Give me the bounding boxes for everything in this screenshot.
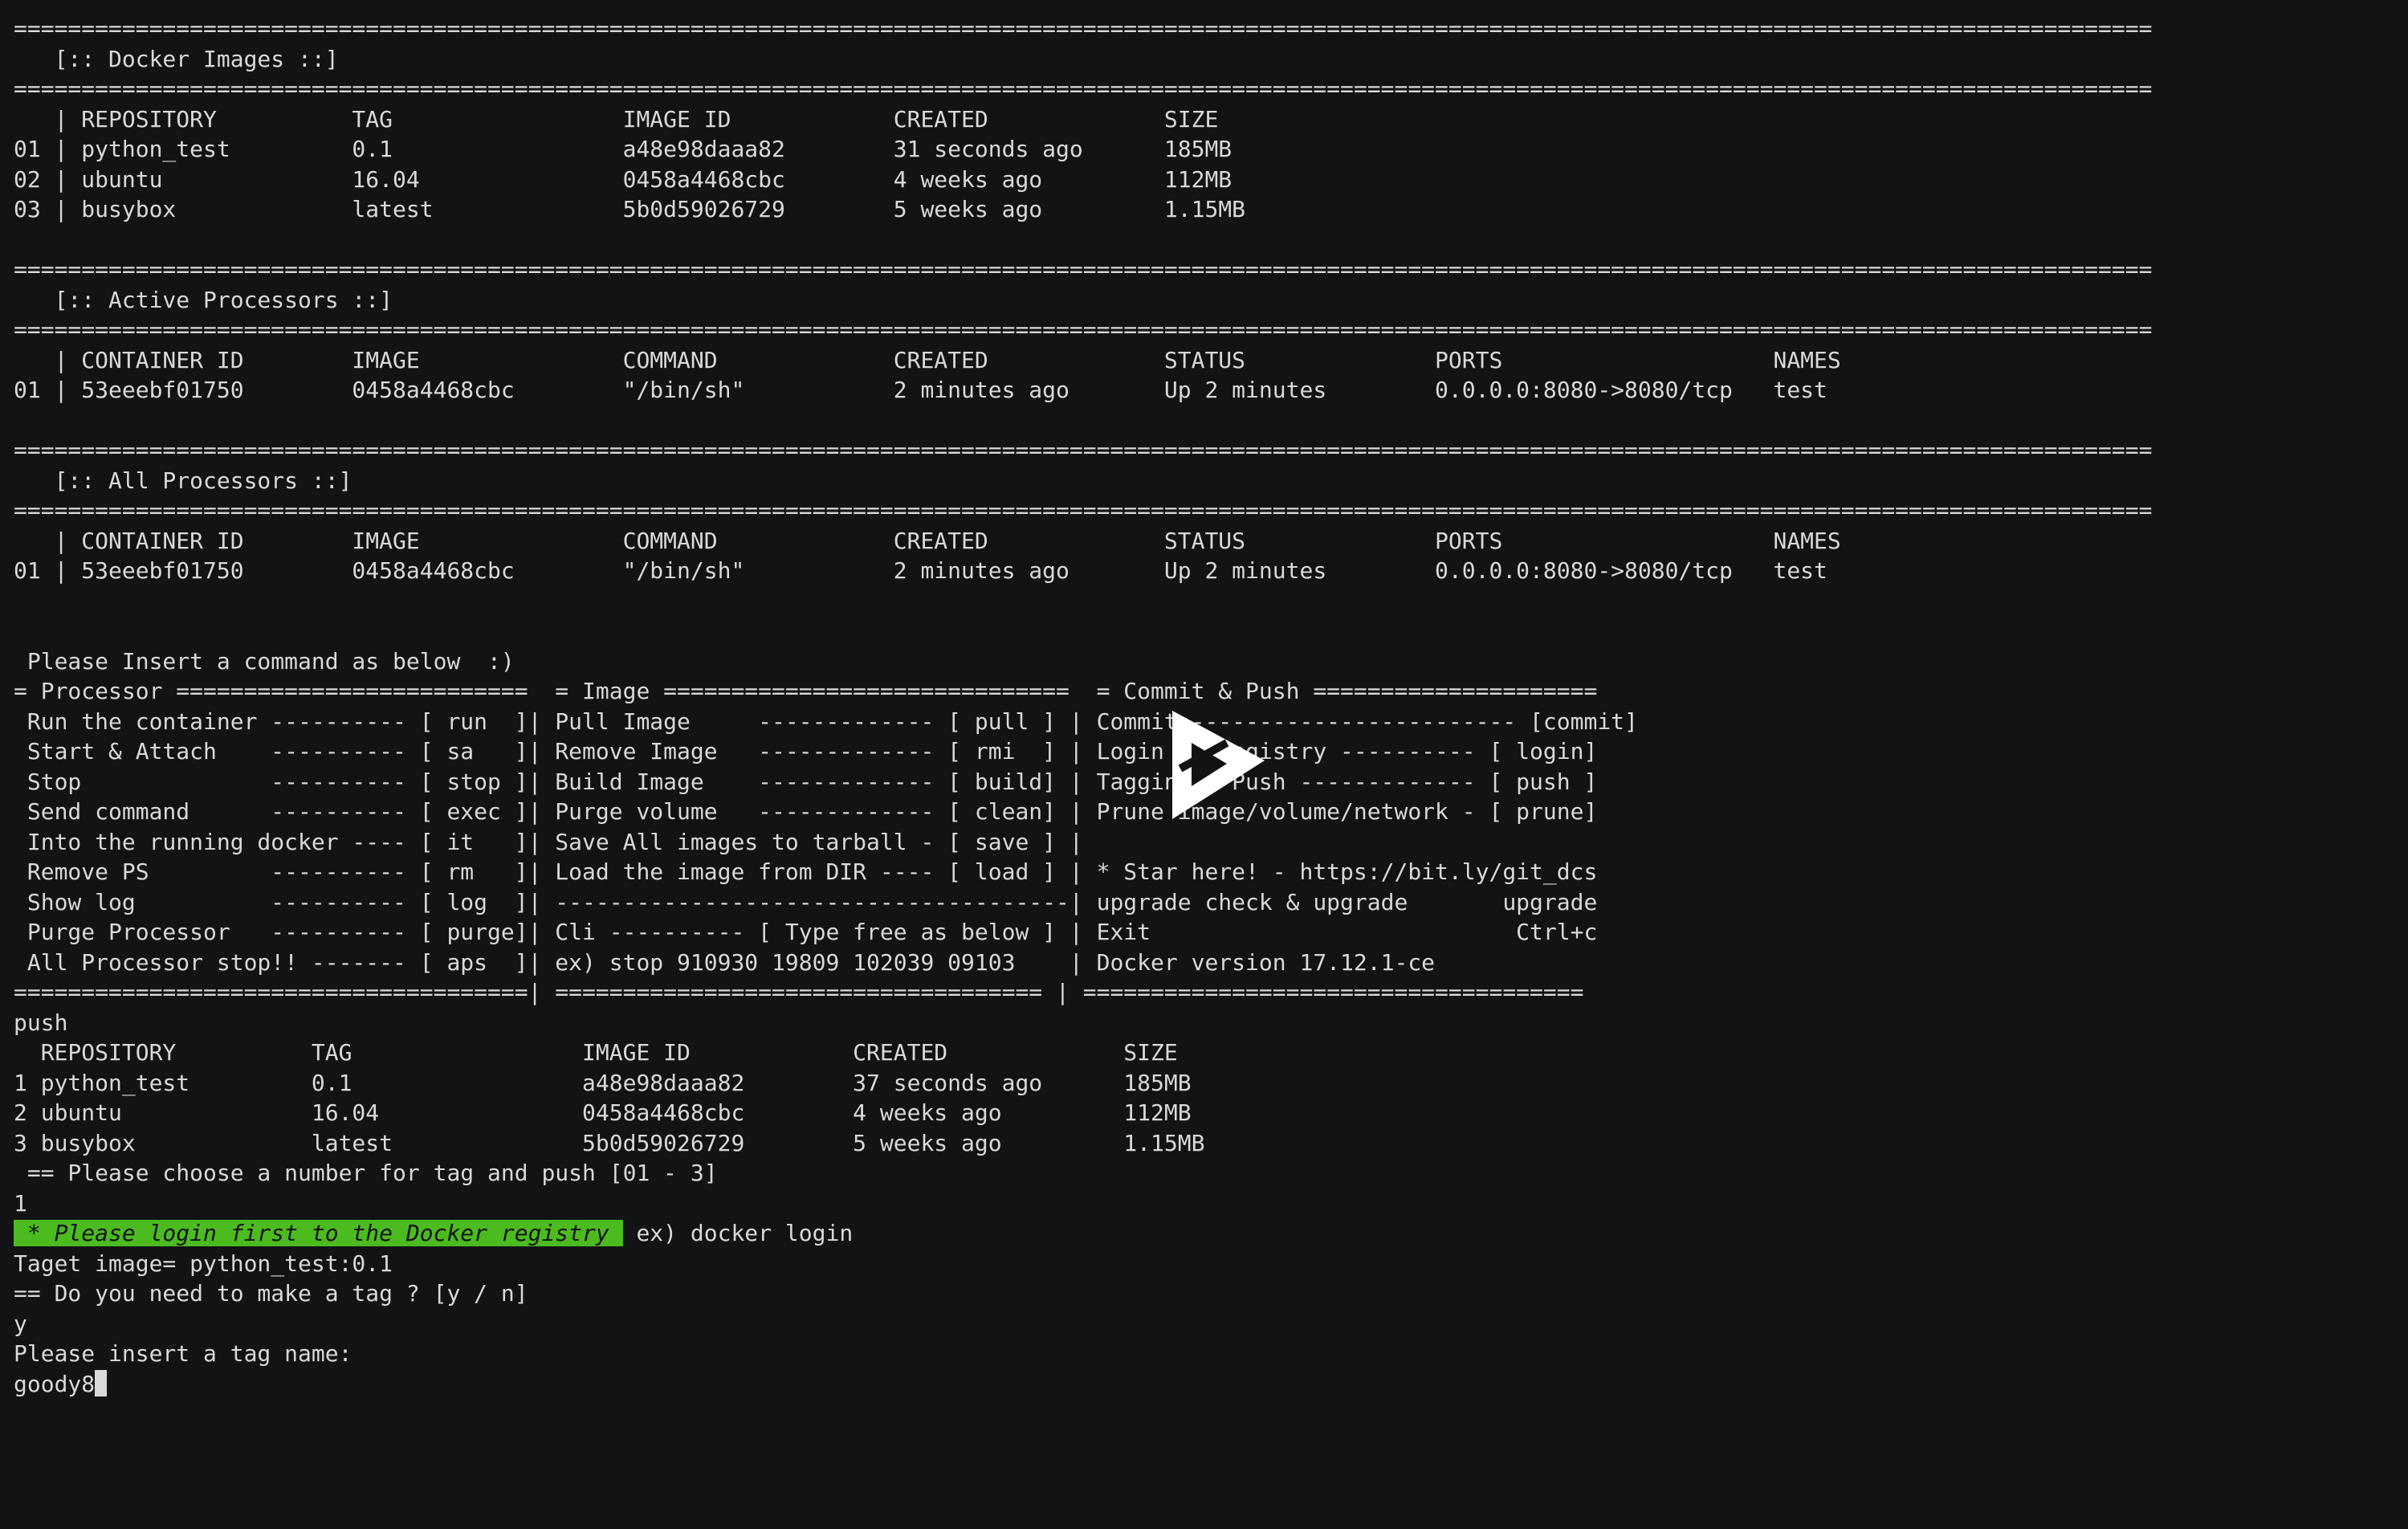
play-button[interactable] <box>1164 711 1273 819</box>
terminal-line: REPOSITORY TAG IMAGE ID CREATED SIZE <box>14 1039 1178 1066</box>
terminal-line: ======================================| … <box>14 979 1584 1005</box>
terminal-line: ========================================… <box>14 497 2153 524</box>
terminal-line: 01 | 53eeebf01750 0458a4468cbc "/bin/sh"… <box>14 377 1827 403</box>
terminal-line: 01 | 53eeebf01750 0458a4468cbc "/bin/sh"… <box>14 557 1827 584</box>
terminal-line: All Processor stop!! ------- [ aps ]| ex… <box>14 948 1436 976</box>
terminal-line: 3 busybox latest 5b0d59026729 5 weeks ag… <box>14 1129 1205 1156</box>
terminal-after-line: Please insert a tag name: <box>14 1340 352 1367</box>
terminal-line: push <box>14 1009 68 1036</box>
terminal-line: [:: Active Processors ::] <box>14 286 393 313</box>
terminal-line: == Please choose a number for tag and pu… <box>14 1160 718 1186</box>
terminal-line: 2 ubuntu 16.04 0458a4468cbc 4 weeks ago … <box>14 1099 1192 1126</box>
terminal-line: | REPOSITORY TAG IMAGE ID CREATED SIZE <box>14 105 1219 133</box>
login-hint: ex) docker login <box>622 1220 854 1246</box>
terminal-line: 1 python_test 0.1 a48e98daaa82 37 second… <box>14 1069 1192 1096</box>
tag-input-line[interactable]: goody8 <box>14 1369 2152 1400</box>
login-notice-line: * Please login first to the Docker regis… <box>14 1218 2152 1249</box>
terminal-line: | CONTAINER ID IMAGE COMMAND CREATED STA… <box>14 527 1841 554</box>
terminal-cursor <box>95 1369 108 1396</box>
terminal-lines-after: Taget image= python_test:0.1 == Do you ne… <box>14 1249 2152 1369</box>
terminal-line: Run the container ---------- [ run ]| Pu… <box>14 707 1638 735</box>
terminal-line: ========================================… <box>14 437 2153 463</box>
terminal-line: ========================================… <box>14 15 2153 42</box>
terminal-line: Purge Processor ---------- [ purge]| Cli… <box>14 919 1598 945</box>
terminal-line: 01 | python_test 0.1 a48e98daaa82 31 sec… <box>14 136 1233 162</box>
tag-input-value[interactable]: goody8 <box>14 1371 95 1397</box>
terminal-line: ========================================… <box>14 316 2153 343</box>
terminal-line: ========================================… <box>14 256 2153 283</box>
terminal-line: Into the running docker ---- [ it ]| Sav… <box>14 828 1083 855</box>
play-icon <box>1172 711 1265 819</box>
terminal-output: ========================================… <box>14 14 2152 1399</box>
terminal-line: ========================================… <box>14 75 2153 102</box>
terminal-line: | CONTAINER ID IMAGE COMMAND CREATED STA… <box>14 346 1841 373</box>
terminal-line: 03 | busybox latest 5b0d59026729 5 weeks… <box>14 196 1246 222</box>
terminal-line: 1 <box>14 1189 27 1217</box>
terminal-line: Start & Attach ---------- [ sa ]| Remove… <box>14 738 1598 764</box>
terminal-after-line: y <box>14 1310 27 1337</box>
terminal-line: Send command ---------- [ exec ]| Purge … <box>14 798 1598 825</box>
terminal-line: Remove PS ---------- [ rm ]| Load the im… <box>14 858 1598 885</box>
terminal-line: 02 | ubuntu 16.04 0458a4468cbc 4 weeks a… <box>14 165 1233 193</box>
terminal-line: [:: All Processors ::] <box>14 467 352 494</box>
terminal-lines: ========================================… <box>14 14 2152 1218</box>
terminal-line: [:: Docker Images ::] <box>14 45 339 72</box>
terminal-line: Please Insert a command as below :) <box>14 647 515 675</box>
terminal-line: = Processor ========================== =… <box>14 678 1598 704</box>
login-notice-highlight: * Please login first to the Docker regis… <box>14 1220 623 1246</box>
terminal-line: Show log ---------- [ log ]| -----------… <box>14 888 1598 915</box>
terminal-after-line: Taget image= python_test:0.1 <box>14 1250 393 1277</box>
terminal-line: Stop ---------- [ stop ]| Build Image --… <box>14 768 1598 795</box>
terminal-after-line: == Do you need to make a tag ? [y / n] <box>14 1280 528 1307</box>
